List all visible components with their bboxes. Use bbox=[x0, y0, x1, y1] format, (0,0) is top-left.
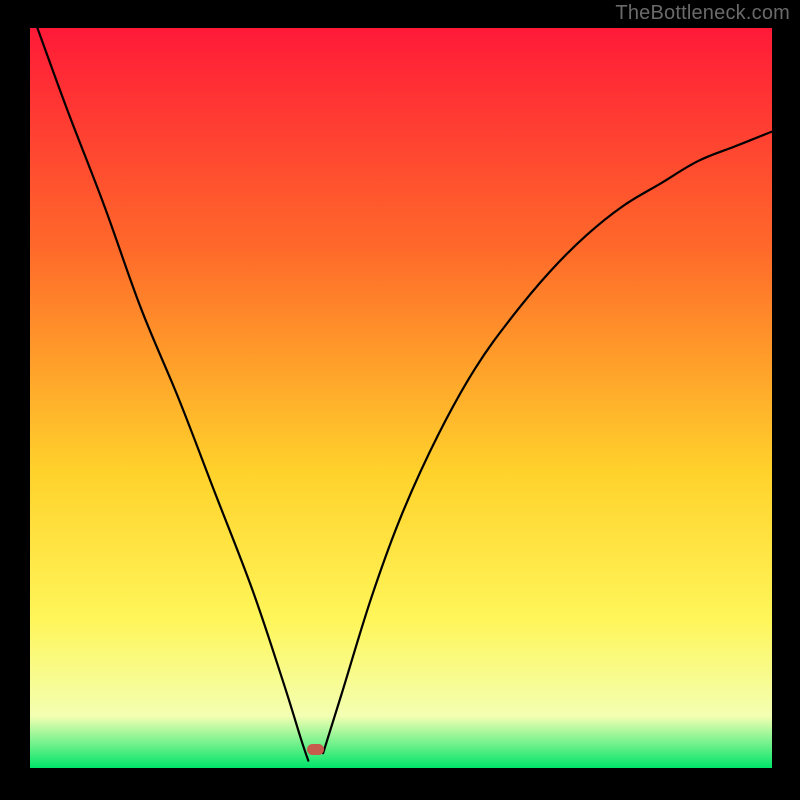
watermark-text: TheBottleneck.com bbox=[615, 2, 790, 25]
curve-left-branch bbox=[37, 28, 308, 761]
minimum-marker bbox=[307, 744, 324, 755]
chart-frame: TheBottleneck.com bbox=[0, 0, 800, 800]
bottleneck-curve bbox=[30, 28, 772, 768]
plot-area bbox=[30, 28, 772, 768]
curve-right-branch bbox=[323, 132, 772, 754]
